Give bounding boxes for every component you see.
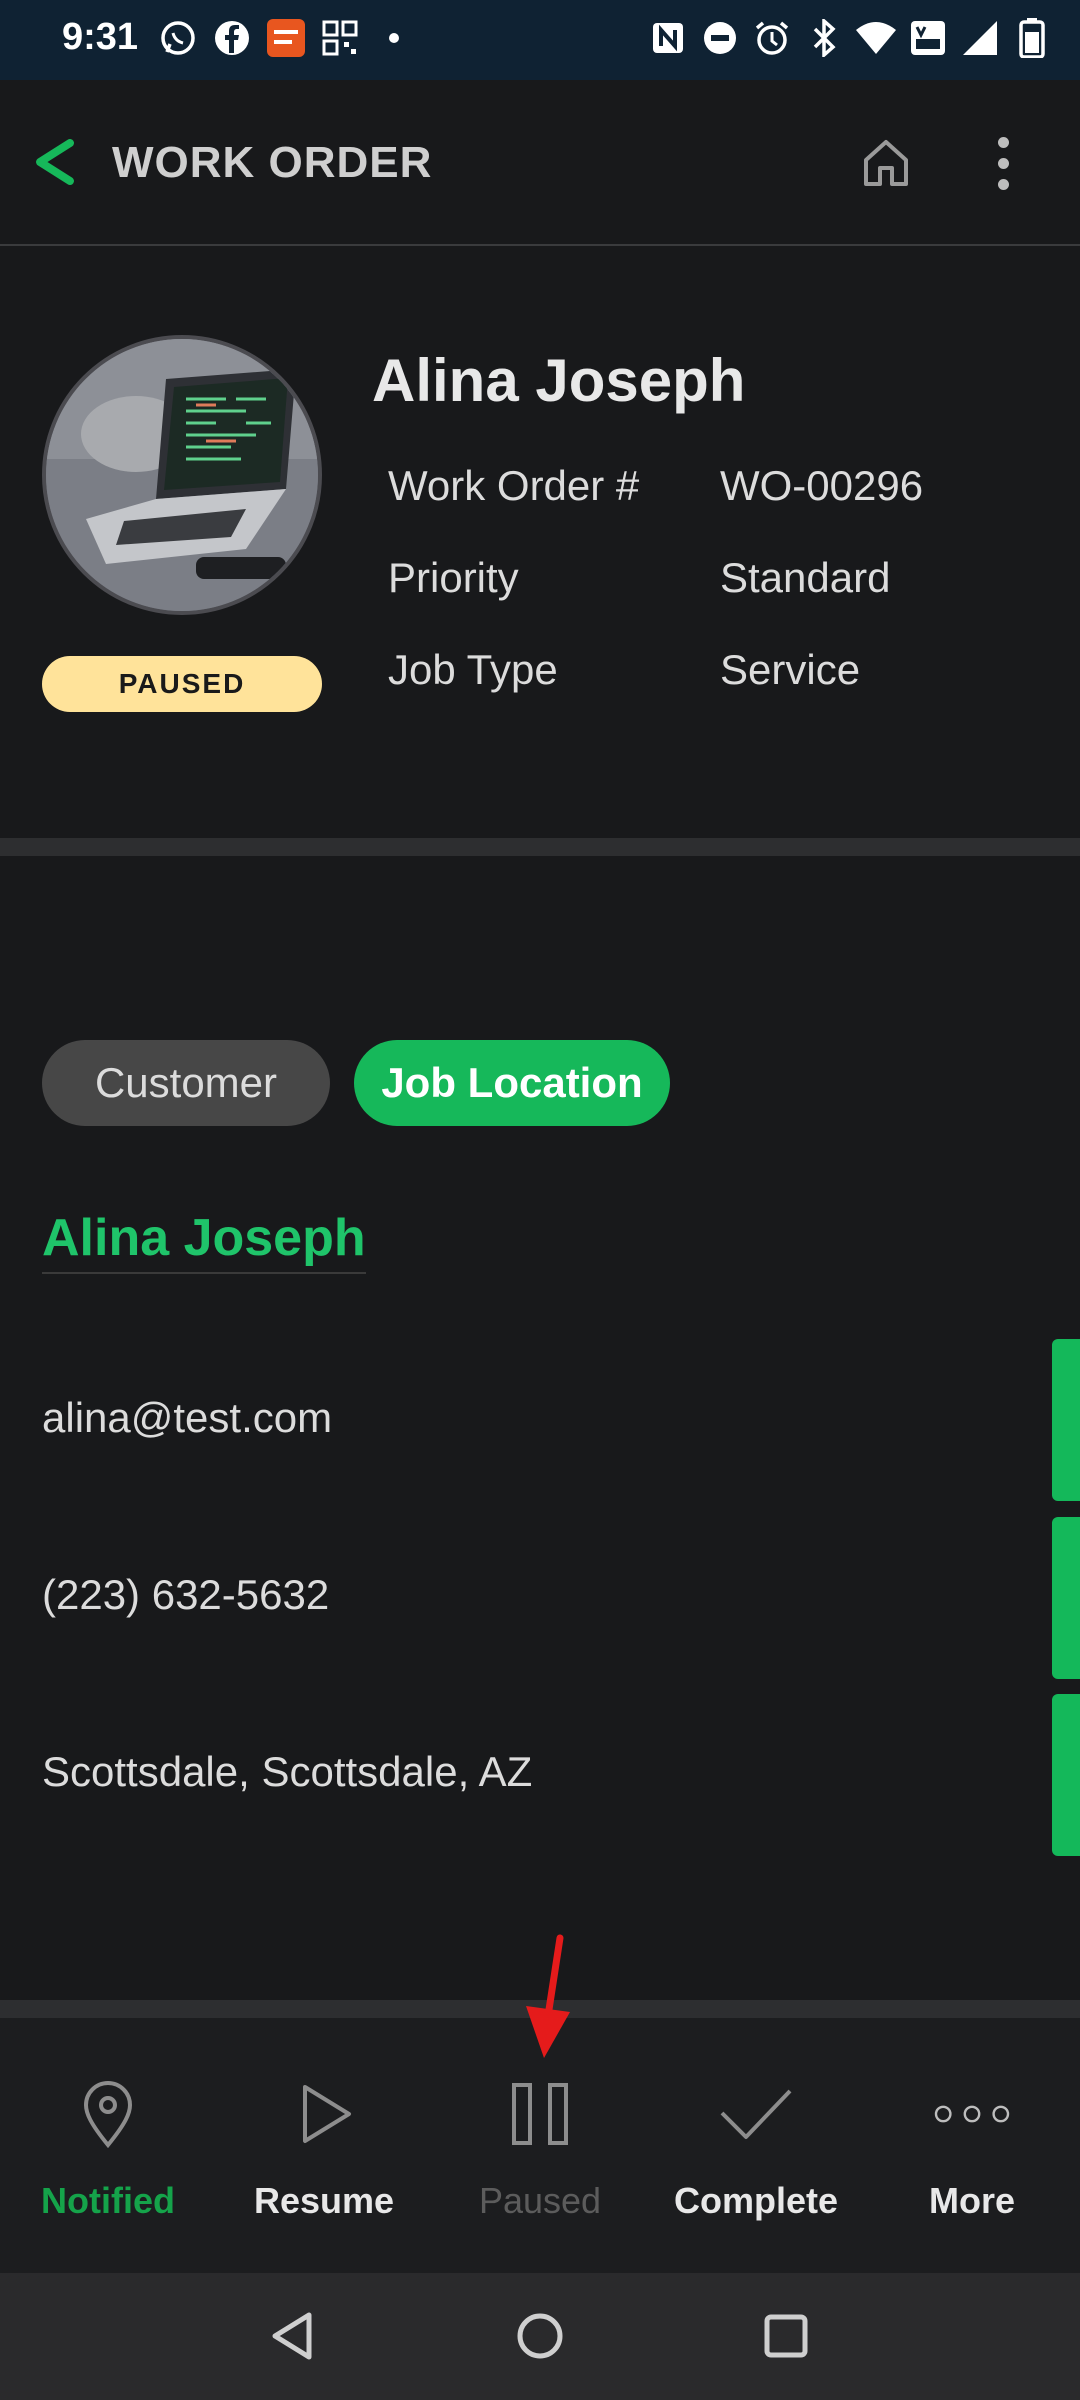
facebook-icon (212, 18, 252, 58)
complete-label: Complete (673, 2180, 839, 2221)
resume-button[interactable]: Resume (216, 2018, 432, 2273)
system-nav-bar (0, 2273, 1080, 2400)
nav-home-button[interactable] (500, 2301, 580, 2371)
complete-button[interactable]: Complete (648, 2018, 864, 2273)
whatsapp-icon (158, 18, 198, 58)
annotation-arrow-icon (526, 1934, 570, 2058)
contact-tabs: Customer Job Location (42, 1040, 670, 1126)
volte-icon (908, 18, 948, 58)
contact-phone[interactable]: (223) 632-5632 (42, 1571, 329, 1619)
section-divider (0, 838, 1080, 856)
back-button[interactable] (24, 132, 84, 192)
battery-icon (1012, 18, 1052, 58)
home-icon (864, 140, 908, 186)
dnd-icon (700, 18, 740, 58)
tab-customer[interactable]: Customer (42, 1040, 330, 1126)
resume-label: Resume (253, 2180, 395, 2221)
tab-job-location[interactable]: Job Location (354, 1040, 670, 1126)
notified-button[interactable]: Notified (0, 2018, 216, 2273)
play-icon (284, 2074, 364, 2154)
nfc-icon (648, 18, 688, 58)
notification-icons (158, 18, 414, 58)
address-action-tab[interactable] (1052, 1694, 1080, 1856)
overflow-menu-button[interactable] (976, 128, 1030, 198)
customer-photo (42, 335, 322, 615)
more-button[interactable]: More (864, 2018, 1080, 2273)
chevron-left-icon (36, 139, 74, 185)
dot-icon (374, 18, 414, 58)
status-time: 9:31 (62, 16, 139, 58)
nav-recents-button[interactable] (746, 2301, 826, 2371)
paused-label: Paused (478, 2180, 602, 2221)
more-label: More (928, 2180, 1015, 2221)
work-order-number-label: Work Order # (388, 462, 640, 509)
kebab-menu-icon (997, 136, 1009, 148)
app-badge-icon (266, 18, 306, 58)
page-title: WORK ORDER (112, 138, 433, 187)
checkmark-icon (716, 2074, 796, 2154)
status-badge: PAUSED (42, 656, 322, 712)
circle-home-icon (517, 2313, 563, 2359)
signal-icon (960, 18, 1000, 58)
status-bar: 9:31 (0, 0, 1080, 80)
notified-label: Notified (41, 2180, 175, 2221)
job-type-value: Service (720, 646, 861, 693)
phone-action-tab[interactable] (1052, 1517, 1080, 1679)
square-recents-icon (764, 2314, 808, 2358)
contact-name-link[interactable]: Alina Joseph (42, 1208, 366, 1274)
nav-back-button[interactable] (252, 2301, 332, 2371)
pause-icon (500, 2074, 580, 2154)
more-dots-icon (932, 2074, 1012, 2154)
app-bar: WORK ORDER (0, 80, 1080, 246)
qr-icon (320, 18, 360, 58)
contact-address[interactable]: Scottsdale, Scottsdale, AZ (42, 1748, 532, 1796)
work-order-header: PAUSED Alina Joseph Work Order # WO-0029… (0, 246, 1080, 838)
customer-name: Alina Joseph (372, 347, 746, 414)
email-action-tab[interactable] (1052, 1339, 1080, 1501)
priority-label: Priority (388, 554, 519, 601)
priority-value: Standard (720, 554, 891, 601)
work-order-details: Work Order # WO-00296 Priority Standard … (388, 462, 1020, 694)
job-type-label: Job Type (388, 646, 558, 693)
home-button[interactable] (856, 132, 916, 192)
work-order-number-value: WO-00296 (720, 462, 924, 509)
contact-email[interactable]: alina@test.com (42, 1394, 332, 1442)
bluetooth-icon (804, 18, 844, 58)
alarm-icon (752, 18, 792, 58)
location-pin-icon (68, 2074, 148, 2154)
system-icons (648, 18, 1052, 58)
triangle-back-icon (272, 2312, 312, 2360)
wifi-icon (856, 18, 896, 58)
